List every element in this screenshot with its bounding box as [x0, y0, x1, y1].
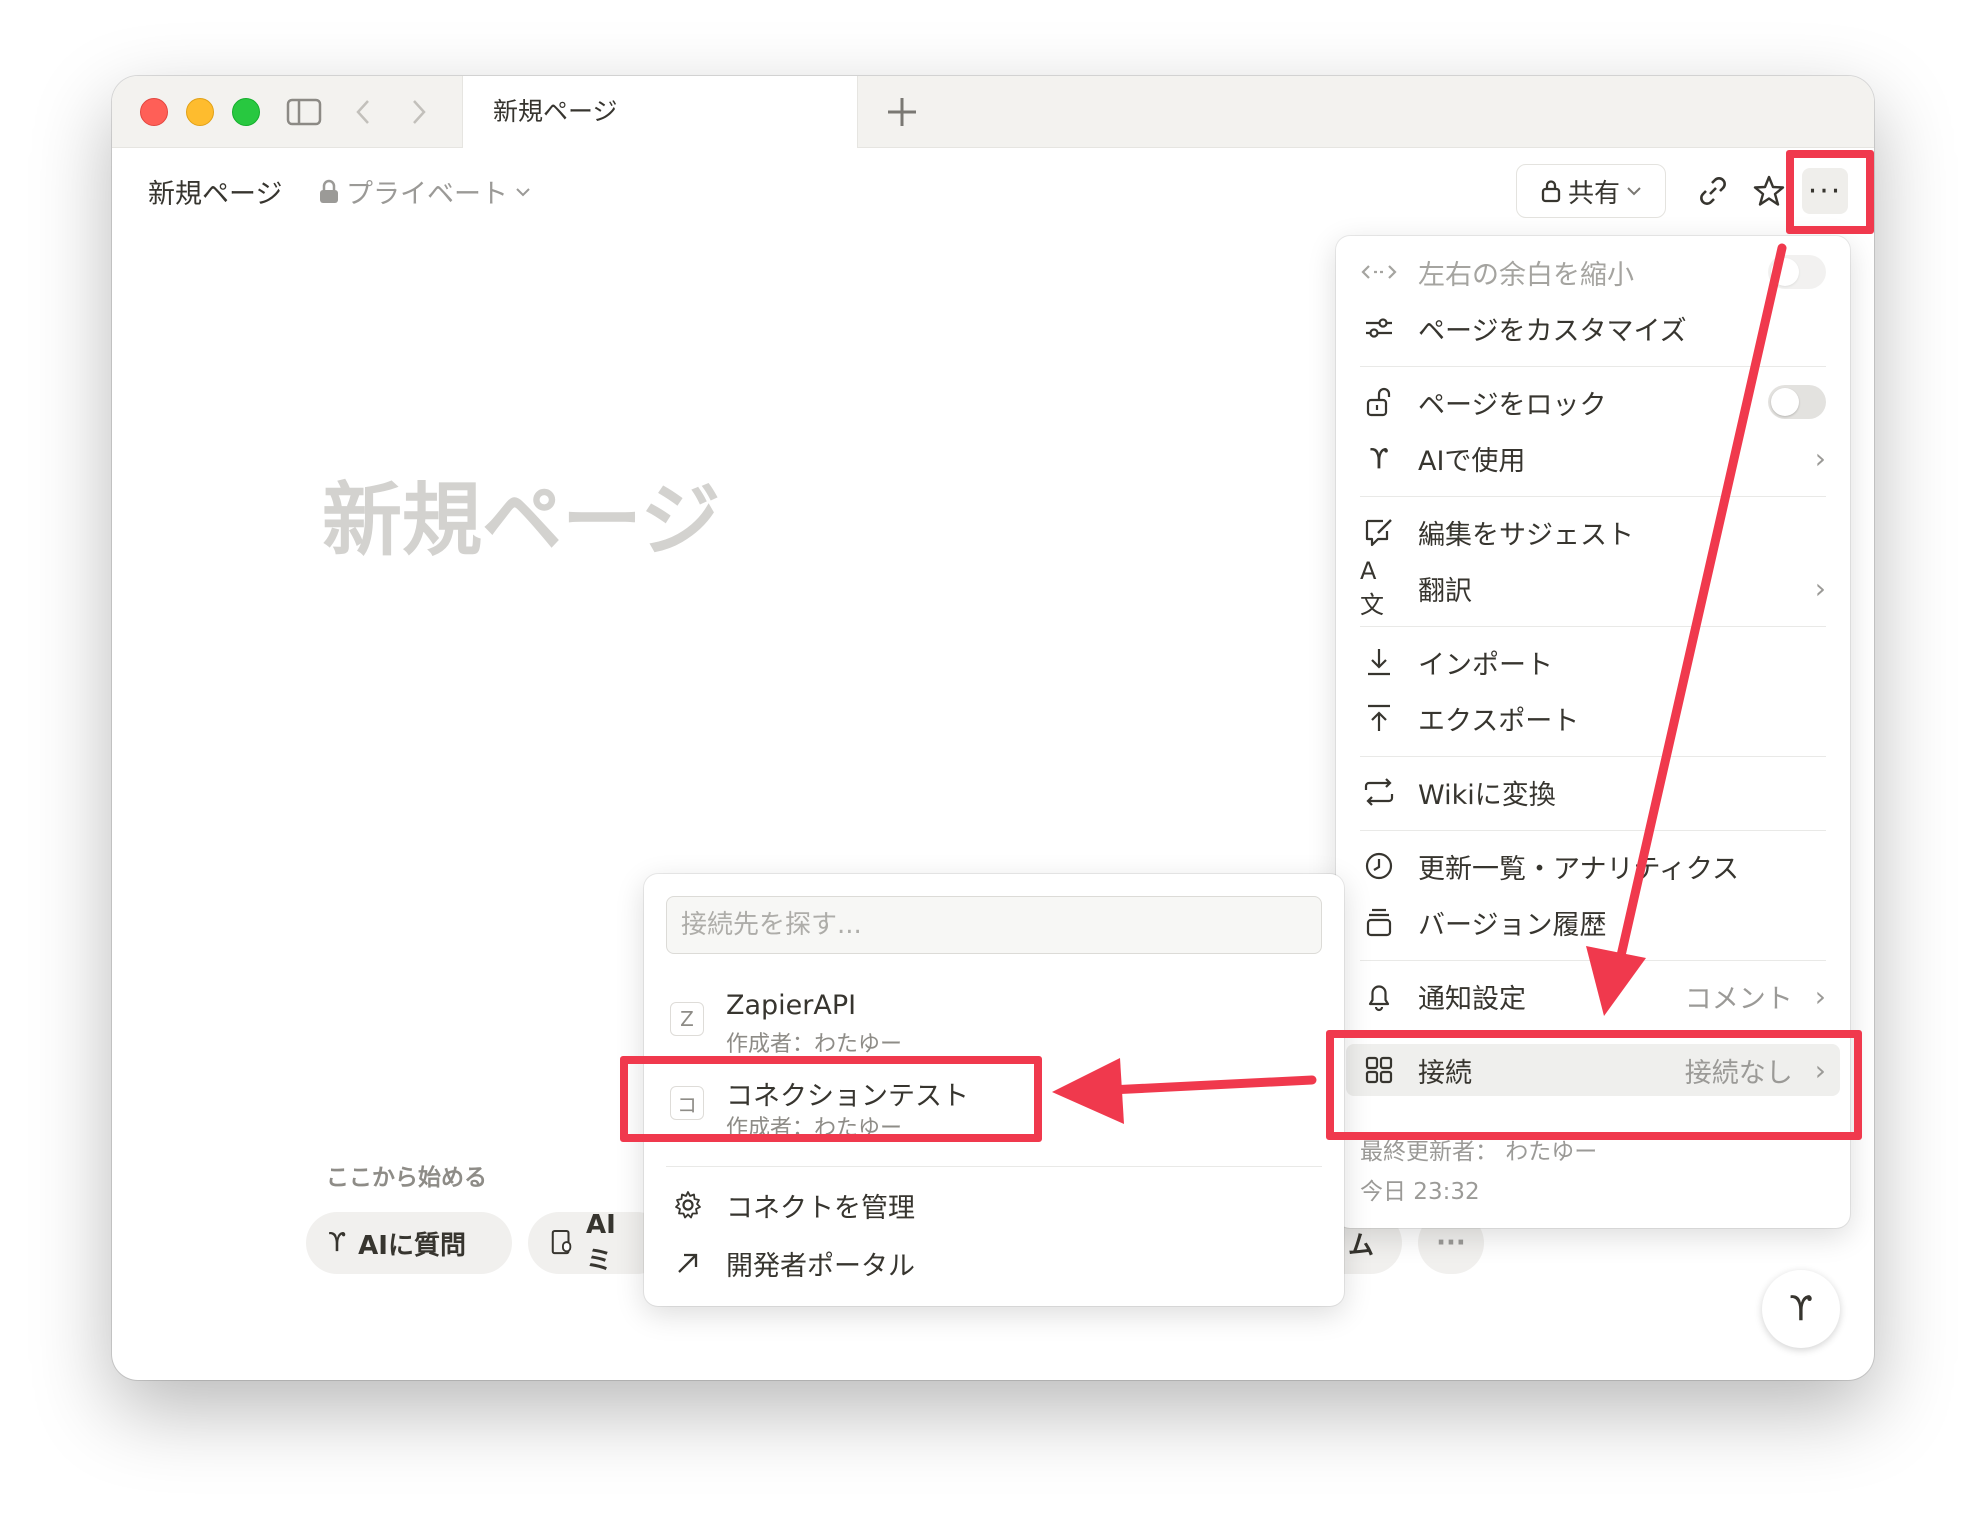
- suggest-edit-icon: [1360, 517, 1398, 547]
- sliders-icon: [1360, 315, 1398, 341]
- menu-divider: [1360, 366, 1826, 367]
- start-here-label: ここから始める: [326, 1165, 487, 1191]
- zoom-window-button[interactable]: [232, 98, 260, 126]
- notification-value: コメント: [1684, 983, 1793, 1015]
- external-link-arrow-icon: [668, 1250, 708, 1276]
- menu-item-label: 編集をサジェスト: [1418, 519, 1634, 551]
- download-icon: [1360, 647, 1398, 677]
- back-arrow-icon[interactable]: [348, 94, 378, 130]
- developer-portal-label: 開発者ポータル: [726, 1250, 915, 1282]
- upload-icon: [1360, 703, 1398, 733]
- menu-item-export[interactable]: エクスポート: [1346, 692, 1840, 744]
- menu-item-label: エクスポート: [1418, 705, 1580, 737]
- chip-label: AIに質問: [358, 1230, 466, 1261]
- meeting-icon: [551, 1229, 572, 1255]
- menu-item-customize-page[interactable]: ページをカスタマイズ: [1346, 302, 1840, 354]
- translate-icon: A文: [1360, 556, 1384, 619]
- menu-item-label: 更新一覧・アナリティクス: [1418, 853, 1740, 885]
- submenu-divider: [666, 1166, 1322, 1167]
- minimize-window-button[interactable]: [186, 98, 214, 126]
- menu-item-suggest-edits[interactable]: 編集をサジェスト: [1346, 506, 1840, 558]
- menu-item-version-history[interactable]: バージョン履歴: [1346, 896, 1840, 948]
- ai-icon: ϒ: [328, 1228, 347, 1258]
- more-icon: ···: [1436, 1228, 1466, 1258]
- menu-item-label: Wikiに変換: [1418, 779, 1556, 811]
- menu-item-label: ページをカスタマイズ: [1418, 315, 1687, 347]
- convert-icon: [1360, 778, 1398, 806]
- close-window-button[interactable]: [140, 98, 168, 126]
- chevron-right-icon: ›: [1814, 979, 1826, 1013]
- chevron-down-icon: [1627, 187, 1641, 196]
- annotation-box-connections: [1326, 1030, 1862, 1140]
- ai-face-icon: ϒ: [1789, 1289, 1813, 1329]
- menu-divider: [1360, 626, 1826, 627]
- connection-author: 作成者：わたゆー: [726, 1032, 903, 1057]
- bell-icon: [1360, 980, 1398, 1012]
- menu-item-updates-analytics[interactable]: 更新一覧・アナリティクス: [1346, 840, 1840, 892]
- tab-new-page[interactable]: 新規ページ: [462, 76, 858, 148]
- clock-icon: [1360, 851, 1398, 881]
- chevron-down-icon: [516, 187, 530, 196]
- narrow-margins-toggle[interactable]: [1768, 255, 1826, 289]
- title-bar: 新規ページ: [112, 76, 1874, 148]
- share-label: 共有: [1567, 178, 1620, 209]
- unlock-icon: [1360, 386, 1398, 418]
- menu-item-notification-settings[interactable]: 通知設定 コメント ›: [1346, 970, 1840, 1022]
- menu-item-label: 左右の余白を縮小: [1418, 259, 1634, 291]
- manage-connections-item[interactable]: コネクトを管理: [666, 1178, 1322, 1232]
- connection-item[interactable]: Z ZapierAPI 作成者：わたゆー: [666, 986, 1322, 1057]
- menu-divider: [1360, 960, 1826, 961]
- menu-divider: [1360, 496, 1826, 497]
- lock-icon: [1541, 180, 1561, 203]
- privacy-selector[interactable]: プライベート: [318, 172, 532, 211]
- menu-divider: [1360, 756, 1826, 757]
- privacy-label: プライベート: [346, 179, 508, 210]
- menu-item-use-with-ai[interactable]: ϒ AIで使用 ›: [1346, 432, 1840, 484]
- share-button[interactable]: 共有: [1516, 164, 1666, 218]
- menu-item-label: 通知設定: [1418, 983, 1526, 1015]
- menu-item-label: インポート: [1418, 649, 1553, 681]
- menu-item-convert-wiki[interactable]: Wikiに変換: [1346, 766, 1840, 818]
- breadcrumb[interactable]: 新規ページ: [148, 172, 282, 211]
- connection-name: ZapierAPI: [726, 990, 857, 1021]
- horizontal-arrows-icon: [1360, 262, 1398, 282]
- tab-title: 新規ページ: [493, 97, 618, 126]
- menu-item-import[interactable]: インポート: [1346, 636, 1840, 688]
- annotation-box-connection-test: [620, 1056, 1042, 1142]
- gear-icon: [668, 1190, 708, 1220]
- copy-link-icon[interactable]: [1690, 168, 1736, 214]
- plus-icon: [888, 98, 916, 126]
- chip-label: ム: [1348, 1230, 1375, 1261]
- developer-portal-item[interactable]: 開発者ポータル: [666, 1236, 1322, 1290]
- menu-item-label: 翻訳: [1418, 575, 1472, 607]
- menu-item-translate[interactable]: A文 翻訳 ›: [1346, 557, 1840, 619]
- menu-divider: [1360, 830, 1826, 831]
- forward-arrow-icon[interactable]: [404, 94, 434, 130]
- menu-item-label: AIで使用: [1418, 445, 1526, 477]
- app-window: 新規ページ 新規ページ プライベート 共有 ··· 新規ページ ここから始める …: [112, 76, 1874, 1380]
- menu-item-label: バージョン履歴: [1418, 909, 1607, 941]
- lock-page-toggle[interactable]: [1768, 385, 1826, 419]
- history-stack-icon: [1360, 907, 1398, 937]
- chip-label: AI ミ: [586, 1209, 616, 1276]
- page-title-placeholder[interactable]: 新規ページ: [322, 456, 720, 572]
- chevron-right-icon: ›: [1814, 441, 1826, 475]
- last-edited-time: 今日 23:32: [1360, 1179, 1480, 1205]
- chevron-right-icon: ›: [1814, 571, 1826, 605]
- menu-item-lock-page[interactable]: ページをロック: [1346, 376, 1840, 428]
- annotation-box-more-button: [1786, 150, 1874, 234]
- menu-item-narrow-margins[interactable]: 左右の余白を縮小: [1346, 246, 1840, 298]
- sidebar-toggle-icon[interactable]: [282, 94, 326, 130]
- connection-search-input[interactable]: [666, 896, 1322, 954]
- menu-item-label: ページをロック: [1418, 389, 1607, 421]
- notion-ai-button[interactable]: ϒ: [1762, 1270, 1840, 1348]
- lock-icon: [320, 179, 338, 203]
- ai-icon: ϒ: [1369, 441, 1389, 475]
- new-tab-button[interactable]: [882, 92, 922, 132]
- ask-ai-chip[interactable]: ϒ AIに質問: [306, 1212, 512, 1274]
- connection-badge: Z: [670, 1002, 704, 1036]
- manage-connections-label: コネクトを管理: [726, 1192, 915, 1224]
